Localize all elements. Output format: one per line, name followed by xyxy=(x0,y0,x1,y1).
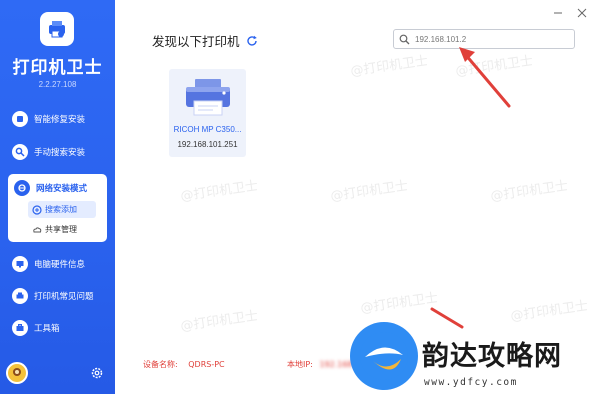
sidebar-item-label: 智能修复安装 xyxy=(34,115,86,125)
minimize-button[interactable] xyxy=(550,6,566,20)
network-icon xyxy=(14,180,30,196)
printer-card[interactable]: RICOH MP C350... 192.168.101.251 xyxy=(169,69,246,157)
sidebar-item-toolbox[interactable]: 工具箱 xyxy=(12,317,112,339)
cloud-icon xyxy=(33,226,42,232)
sidebar-item-label: 工具箱 xyxy=(34,324,60,334)
watermark: @打印机卫士 xyxy=(509,298,589,325)
app-version: 2.2.27.108 xyxy=(38,80,77,89)
ip-value: 192.168 xyxy=(319,360,353,369)
brand-name: 韵达攻略网 xyxy=(422,341,562,372)
sidebar-item-label: 打印机常见问题 xyxy=(34,292,94,302)
close-icon xyxy=(577,8,587,18)
search-icon xyxy=(399,34,410,44)
window-controls xyxy=(542,6,590,20)
settings-gear-icon[interactable] xyxy=(90,366,104,380)
annotation-arrow xyxy=(430,307,464,329)
app-name: 打印机卫士 xyxy=(12,58,103,78)
sub-item-label: 搜索添加 xyxy=(45,205,77,214)
watermark: @打印机卫士 xyxy=(489,178,569,205)
sidebar-item-network-install[interactable]: 网络安装模式 xyxy=(14,178,104,198)
watermark: @打印机卫士 xyxy=(349,53,429,80)
watermark: @打印机卫士 xyxy=(359,290,439,317)
sub-item-label: 共享管理 xyxy=(45,225,77,234)
wrench-icon xyxy=(12,111,28,127)
sub-item-search-add[interactable]: 搜索添加 xyxy=(28,201,96,218)
watermark: @打印机卫士 xyxy=(179,308,259,335)
ip-info: 本地IP: 192.168 xyxy=(287,359,353,370)
sidebar-item-label: 电脑硬件信息 xyxy=(34,260,86,270)
sub-item-share-manage[interactable]: 共享管理 xyxy=(28,221,96,238)
printer-icon xyxy=(186,79,230,116)
toolbox-icon xyxy=(12,320,28,336)
search-input[interactable] xyxy=(415,34,565,44)
page-title-text: 发现以下打印机 xyxy=(152,34,240,49)
device-value: QDRS-PC xyxy=(188,360,225,369)
sidebar-item-printer-faq[interactable]: 打印机常见问题 xyxy=(12,285,112,307)
printer-ip: 192.168.101.251 xyxy=(177,140,238,149)
sidebar-item-smart-repair[interactable]: 智能修复安装 xyxy=(12,108,112,130)
sidebar-item-manual-search[interactable]: 手动搜索安装 xyxy=(12,141,112,163)
device-info: 设备名称: QDRS-PC xyxy=(143,359,225,370)
close-button[interactable] xyxy=(574,6,590,20)
watermark: @打印机卫士 xyxy=(179,178,259,205)
sidebar-item-label: 网络安装模式 xyxy=(36,184,88,194)
app-logo xyxy=(40,12,74,46)
brand-url: www.ydfcy.com xyxy=(424,377,518,388)
page-title: 发现以下打印机 xyxy=(152,31,258,50)
computer-icon xyxy=(12,256,28,272)
sidebar: 打印机卫士 2.2.27.108 智能修复安装 手动搜索安装 网络安装模式 搜索… xyxy=(0,0,115,394)
magnifier-icon xyxy=(12,144,28,160)
ip-label: 本地IP: xyxy=(287,360,313,369)
annotation-arrow xyxy=(459,47,511,108)
sidebar-item-label: 手动搜索安装 xyxy=(34,148,86,158)
watermark: @打印机卫士 xyxy=(329,178,409,205)
search-add-icon xyxy=(32,204,42,215)
minimize-icon xyxy=(554,12,562,14)
refresh-icon[interactable] xyxy=(246,35,258,47)
sidebar-item-hardware-info[interactable]: 电脑硬件信息 xyxy=(12,253,112,275)
printer-name: RICOH MP C350... xyxy=(173,125,242,134)
printer-icon xyxy=(12,288,28,304)
network-install-card: 网络安装模式 搜索添加 共享管理 xyxy=(8,174,107,242)
brand-logo xyxy=(350,322,418,390)
device-label: 设备名称: xyxy=(143,360,178,369)
avatar[interactable] xyxy=(6,362,28,384)
